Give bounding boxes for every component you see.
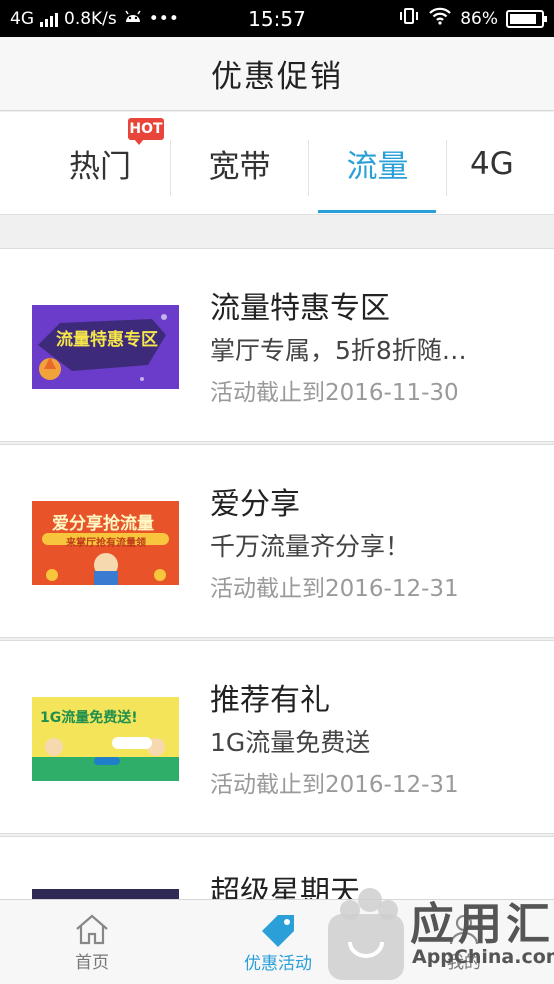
promotion-deadline: 活动截止到2016-11-30 <box>210 380 459 406</box>
watermark-text: 应用汇 <box>410 899 554 950</box>
tab-label: 4G <box>470 145 514 182</box>
promotion-title: 推荐有礼 <box>210 683 330 718</box>
promotion-banner: 1G流量免费送! <box>32 697 179 781</box>
vibrate-icon <box>398 7 420 30</box>
tab-label: 热门 <box>69 149 131 185</box>
tab-broadband[interactable]: 宽带 <box>171 112 308 215</box>
tab-divider <box>446 140 447 196</box>
tab-label: 流量 <box>346 149 409 185</box>
banner-text: 流量特惠专区 <box>56 330 158 350</box>
banner-text: 1G流量免费送! <box>40 710 138 726</box>
home-icon <box>76 914 108 945</box>
battery-percent: 86% <box>460 8 498 29</box>
banner-subtext: 来掌厅抢有流量领 <box>66 538 146 549</box>
promotion-banner: 爱分享抢流量 来掌厅抢有流量领 <box>32 501 179 585</box>
promotion-description: 掌厅专属，5折8折随… <box>210 336 467 365</box>
nav-label: 优惠活动 <box>244 954 312 974</box>
nav-home[interactable]: 首页 <box>42 900 142 984</box>
promotion-deadline: 活动截止到2016-12-31 <box>210 576 459 602</box>
promotion-description: 千万流量齐分享！ <box>210 532 411 561</box>
battery-icon <box>506 9 547 28</box>
hot-badge: HOT <box>128 118 164 145</box>
watermark-logo-icon <box>328 888 404 980</box>
title-bar: 优惠促销 <box>0 37 554 111</box>
promotion-deadline: 活动截止到2016-12-31 <box>210 772 459 798</box>
promotion-banner: 流量特惠专区 <box>32 305 179 389</box>
promotion-item[interactable]: 爱分享抢流量 来掌厅抢有流量领 爱分享 千万流量齐分享！ 活动截止到2016-1… <box>0 444 554 638</box>
nav-promotions[interactable]: 优惠活动 <box>226 900 330 984</box>
promotion-item[interactable]: 1G流量免费送! 推荐有礼 1G流量免费送 活动截止到2016-12-31 <box>0 640 554 834</box>
promotion-description: 1G流量免费送 <box>210 728 371 757</box>
tag-icon <box>262 915 294 947</box>
watermark: 应用汇 AppChina.com <box>324 880 554 984</box>
watermark-subtext: AppChina.com <box>412 946 554 968</box>
tab-data[interactable]: 流量 <box>309 112 446 215</box>
banner-text: 爱分享抢流量 <box>52 514 154 534</box>
tab-4g[interactable]: 4G <box>470 112 554 215</box>
promotion-title: 爱分享 <box>210 487 300 522</box>
category-tabs: 热门 宽带 流量 4G <box>0 112 554 215</box>
wifi-icon <box>428 7 452 30</box>
nav-label: 首页 <box>75 953 109 973</box>
status-bar: 4G 0.8K/s ••• 15:57 86% <box>0 0 554 37</box>
page-title: 优惠促销 <box>211 59 343 95</box>
tab-label: 宽带 <box>208 149 271 185</box>
active-tab-indicator <box>318 210 436 213</box>
promotion-item[interactable]: 流量特惠专区 流量特惠专区 掌厅专属，5折8折随… 活动截止到2016-11-3… <box>0 248 554 442</box>
promotion-title: 流量特惠专区 <box>210 291 390 326</box>
